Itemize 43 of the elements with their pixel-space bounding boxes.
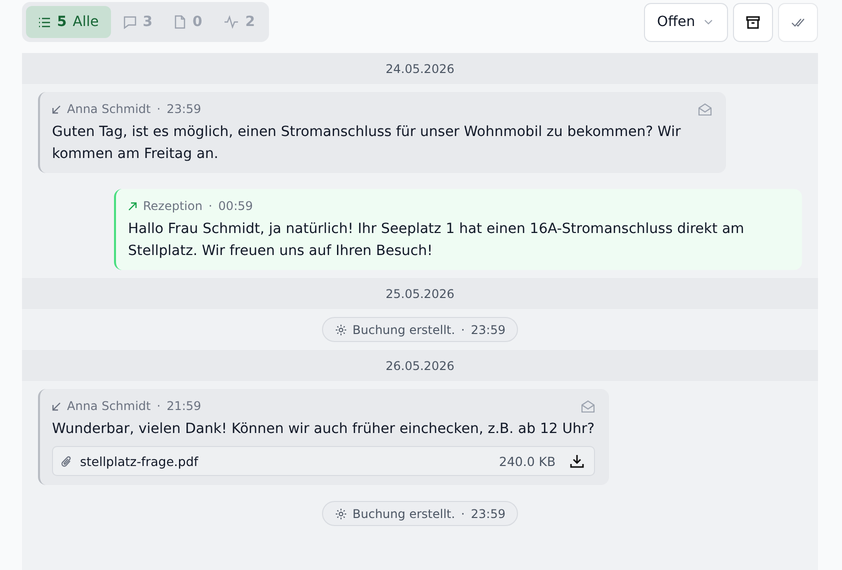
- document-icon: [174, 15, 186, 29]
- attachment[interactable]: stellplatz-frage.pdf 240.0 KB: [52, 446, 595, 476]
- gear-icon: [334, 508, 347, 520]
- open-envelope-icon: [580, 400, 595, 412]
- separator: ·: [461, 506, 465, 520]
- separator: ·: [156, 102, 161, 116]
- date-label: 26.05.2026: [386, 358, 454, 372]
- archive-icon: [746, 16, 760, 28]
- event-text: Buchung erstellt.: [352, 322, 456, 336]
- separator: ·: [461, 322, 465, 336]
- event-text: Buchung erstellt.: [352, 506, 456, 520]
- message-time: 23:59: [166, 102, 202, 116]
- date-label: 24.05.2026: [386, 62, 454, 76]
- arrow-down-left-icon: [52, 104, 61, 114]
- message-time: 21:59: [166, 399, 202, 413]
- arrow-down-left-icon: [52, 402, 61, 410]
- arrow-up-right-icon: [128, 202, 137, 210]
- message-author: Rezeption: [143, 199, 202, 213]
- message-text: Guten Tag, ist es möglich, einen Stromanschluss für unser Wohnmobil zu bekommen? Wir kommen am Freitag an.: [52, 123, 682, 164]
- separator: ·: [208, 199, 212, 213]
- event-time: 23:59: [470, 506, 506, 520]
- chat-icon: [122, 15, 137, 29]
- open-envelope-icon: [698, 102, 712, 116]
- activity-icon: [224, 15, 240, 29]
- separator: ·: [156, 399, 161, 413]
- message-author: Anna Schmidt: [67, 399, 151, 413]
- message-text: Hallo Frau Schmidt, ja natürlich! Ihr Seeplatz 1 hat einen 16A-Stromanschluss direkt am Stellplatz. Wir freuen uns auf Ihren Besuch!: [128, 220, 746, 261]
- file-name: stellplatz-frage.pdf: [80, 454, 198, 468]
- list-icon: [38, 16, 51, 28]
- chevron-down-icon: [704, 19, 713, 25]
- paperclip-icon: [61, 454, 72, 468]
- message-time: 00:59: [218, 199, 253, 213]
- event-time: 23:59: [470, 322, 506, 336]
- file-size: 240.0 KB: [499, 454, 556, 468]
- archive-button[interactable]: [733, 2, 773, 42]
- status-dropdown[interactable]: Offen: [644, 2, 728, 42]
- date-label: 25.05.2026: [386, 286, 454, 300]
- double-check-icon: [791, 18, 805, 26]
- message-text: Wunderbar, vielen Dank! Können wir auch früher einchecken, z.B. ab 12 Uhr?: [52, 420, 595, 439]
- gear-icon: [334, 324, 347, 336]
- download-icon[interactable]: [570, 454, 584, 468]
- message-author: Anna Schmidt: [67, 102, 151, 116]
- filter-tab[interactable]: 5 Alle: [26, 6, 111, 38]
